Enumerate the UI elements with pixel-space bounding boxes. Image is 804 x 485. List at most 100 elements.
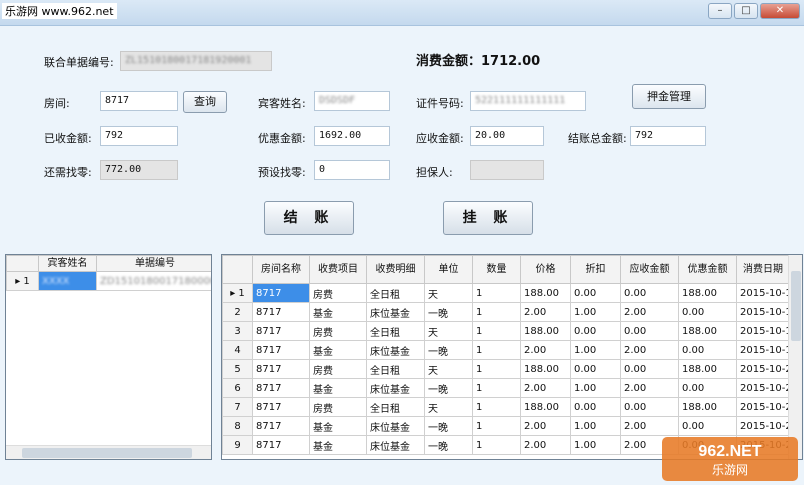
- order-no-cell[interactable]: ZD1510180017180000: [96, 271, 211, 291]
- table-row[interactable]: ▸ 1 XXXX ZD1510180017180000: [6, 271, 211, 291]
- table-cell[interactable]: 0.00: [620, 283, 679, 303]
- table-cell[interactable]: 1: [472, 359, 521, 379]
- receivable-input[interactable]: 20.00: [470, 126, 544, 146]
- table-cell[interactable]: 天: [424, 397, 473, 417]
- table-cell[interactable]: 188.00: [678, 397, 737, 417]
- table-cell[interactable]: 0.00: [620, 397, 679, 417]
- table-cell[interactable]: 一晚: [424, 340, 473, 360]
- table-row[interactable]: 28717基金床位基金一晚12.001.002.000.002015-10-18: [222, 302, 790, 322]
- table-cell[interactable]: 基金: [309, 378, 367, 398]
- table-cell[interactable]: 0.00: [570, 397, 621, 417]
- table-cell[interactable]: 1: [472, 416, 521, 436]
- table-cell[interactable]: 188.00: [678, 283, 737, 303]
- table-cell[interactable]: 2.00: [620, 378, 679, 398]
- guest-name-input[interactable]: DSDSDF: [314, 91, 390, 111]
- table-cell[interactable]: 2015-10-18: [736, 302, 790, 322]
- table-cell[interactable]: 1.00: [570, 378, 621, 398]
- table-cell[interactable]: 天: [424, 283, 473, 303]
- table-cell[interactable]: 1.00: [570, 340, 621, 360]
- col-header-detail[interactable]: 收费明细: [366, 255, 425, 284]
- deposit-management-button[interactable]: 押金管理: [632, 84, 706, 109]
- table-row[interactable]: 3 8717 房费 全日租天 1 188.00 0.00 0.00 188.00 2015-10-…: [222, 321, 790, 341]
- table-cell[interactable]: 0.00: [678, 340, 737, 360]
- close-button[interactable]: ✕: [760, 3, 800, 19]
- table-cell[interactable]: 188.00: [520, 397, 571, 417]
- table-cell[interactable]: 床位基金: [366, 435, 425, 455]
- col-header-room[interactable]: 房间名称: [252, 255, 310, 284]
- table-cell[interactable]: 0.00: [570, 321, 621, 341]
- table-cell[interactable]: 天: [424, 321, 473, 341]
- guest-name-cell[interactable]: XXXX: [38, 271, 97, 291]
- table-cell[interactable]: 2.00: [520, 340, 571, 360]
- minimize-button[interactable]: –: [708, 3, 732, 19]
- table-cell[interactable]: 一晚: [424, 416, 473, 436]
- horizontal-scrollbar[interactable]: [6, 445, 211, 459]
- scroll-thumb[interactable]: [22, 448, 192, 458]
- table-cell[interactable]: 1: [472, 435, 521, 455]
- table-cell[interactable]: 2015-10-19: [736, 321, 790, 341]
- table-cell[interactable]: 基金: [309, 416, 367, 436]
- table-cell[interactable]: 房费: [309, 359, 367, 379]
- table-cell[interactable]: 2.00: [620, 302, 679, 322]
- table-cell[interactable]: 基金: [309, 302, 367, 322]
- table-cell[interactable]: 8717: [252, 359, 310, 379]
- scroll-thumb[interactable]: [791, 271, 801, 341]
- col-header-date[interactable]: 消费日期: [736, 255, 790, 284]
- table-cell[interactable]: 188.00: [520, 321, 571, 341]
- table-cell[interactable]: 房费: [309, 283, 367, 303]
- table-cell[interactable]: 1: [472, 378, 521, 398]
- table-cell[interactable]: 1.00: [570, 302, 621, 322]
- table-cell[interactable]: 房费: [309, 321, 367, 341]
- table-row[interactable]: 68717基金床位基金一晚12.001.002.000.002015-10-20: [222, 378, 790, 398]
- col-header-price[interactable]: 价格: [520, 255, 571, 284]
- table-cell[interactable]: 0.00: [678, 302, 737, 322]
- table-cell[interactable]: 2.00: [620, 416, 679, 436]
- room-input[interactable]: 8717: [100, 91, 178, 111]
- table-cell[interactable]: 188.00: [678, 321, 737, 341]
- table-cell[interactable]: 房费: [309, 397, 367, 417]
- table-cell[interactable]: 1: [472, 283, 521, 303]
- table-cell[interactable]: 床位基金: [366, 340, 425, 360]
- table-cell[interactable]: 2015-10-21: [736, 416, 790, 436]
- table-cell[interactable]: 1: [472, 340, 521, 360]
- col-header-order-no[interactable]: 单据编号: [96, 255, 211, 272]
- table-row[interactable]: ▸ 1 8717 房费 全日租天 1 188.00 0.00 0.00 188.00 2015-1…: [222, 283, 790, 303]
- table-cell[interactable]: 天: [424, 359, 473, 379]
- table-cell[interactable]: 2.00: [520, 435, 571, 455]
- table-cell[interactable]: 一晚: [424, 302, 473, 322]
- table-cell[interactable]: 8717: [252, 321, 310, 341]
- table-cell[interactable]: 2.00: [520, 378, 571, 398]
- table-row[interactable]: 7 8717 房费 全日租天 1 188.00 0.00 0.00 188.00 2015-10-…: [222, 397, 790, 417]
- table-cell[interactable]: 8717: [252, 378, 310, 398]
- query-button[interactable]: 查询: [183, 91, 227, 113]
- table-cell[interactable]: 188.00: [520, 283, 571, 303]
- table-cell[interactable]: 0.00: [678, 378, 737, 398]
- table-cell[interactable]: 全日租: [366, 321, 425, 341]
- table-cell[interactable]: 8717: [252, 416, 310, 436]
- order-no-field[interactable]: ZL1510180017181920001: [120, 51, 272, 71]
- col-header-qty[interactable]: 数量: [472, 255, 521, 284]
- table-cell[interactable]: 床位基金: [366, 302, 425, 322]
- table-cell[interactable]: 0.00: [678, 416, 737, 436]
- checkout-button[interactable]: 结 账: [264, 201, 354, 235]
- table-row[interactable]: 48717基金床位基金一晚12.001.002.000.002015-10-19: [222, 340, 790, 360]
- table-cell[interactable]: 全日租: [366, 359, 425, 379]
- table-cell[interactable]: 8717: [252, 340, 310, 360]
- id-input[interactable]: 522111111111111: [470, 91, 586, 111]
- guarantor-field[interactable]: [470, 160, 544, 180]
- table-cell[interactable]: 0.00: [570, 359, 621, 379]
- table-cell[interactable]: 1: [472, 321, 521, 341]
- vertical-scrollbar[interactable]: [788, 255, 802, 459]
- table-cell[interactable]: 0.00: [620, 359, 679, 379]
- discount-input[interactable]: 1692.00: [314, 126, 390, 146]
- received-input[interactable]: 792: [100, 126, 178, 146]
- table-cell[interactable]: 1: [472, 302, 521, 322]
- col-header-discount[interactable]: 折扣: [570, 255, 621, 284]
- table-cell[interactable]: 床位基金: [366, 378, 425, 398]
- table-cell[interactable]: 2.00: [520, 302, 571, 322]
- table-cell[interactable]: 一晚: [424, 378, 473, 398]
- table-cell[interactable]: 0.00: [570, 283, 621, 303]
- table-cell[interactable]: 一晚: [424, 435, 473, 455]
- table-cell[interactable]: 8717: [252, 302, 310, 322]
- table-cell[interactable]: 2015-10-20: [736, 359, 790, 379]
